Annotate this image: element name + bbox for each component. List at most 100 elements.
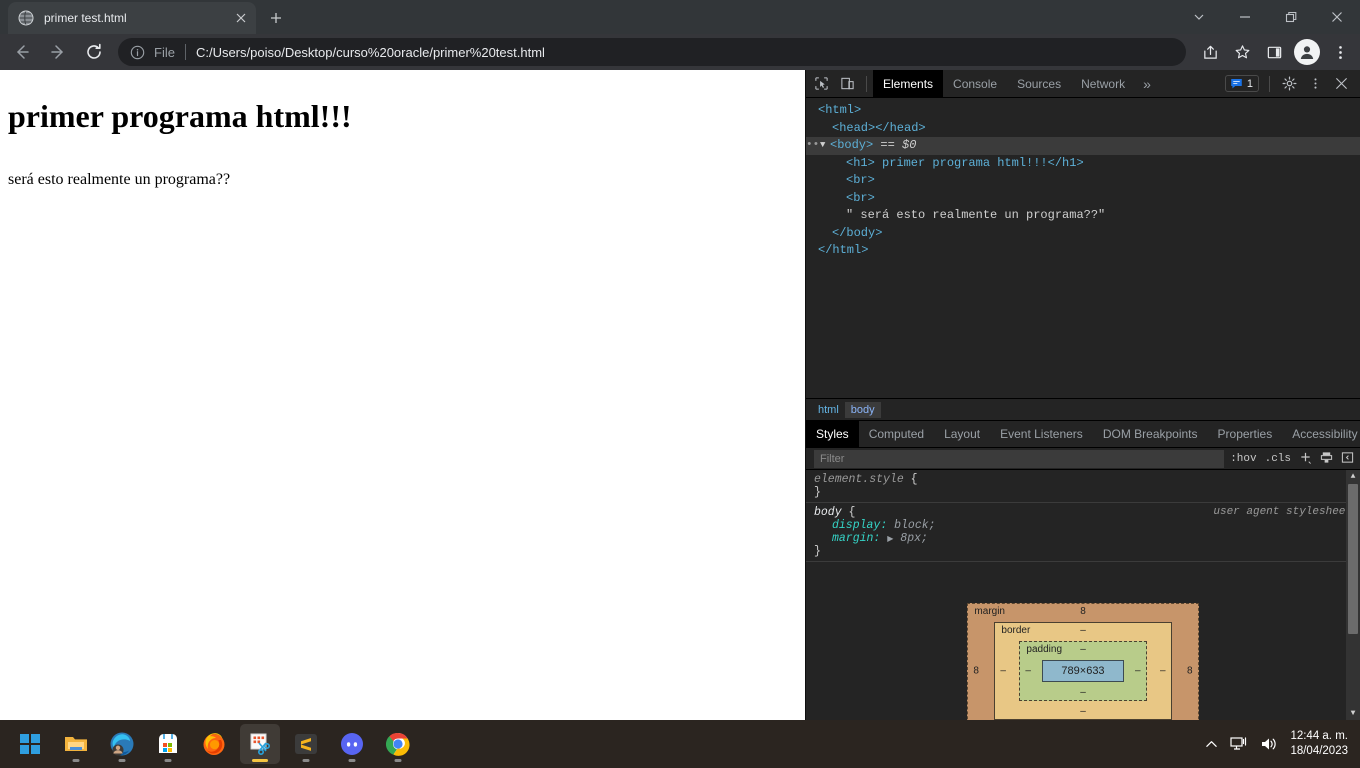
reload-icon[interactable]: [79, 37, 109, 67]
url-text[interactable]: C:/Users/poiso/Desktop/curso%20oracle/pr…: [196, 45, 545, 60]
computed-sidebar-icon[interactable]: [1341, 451, 1354, 467]
tab-elements[interactable]: Elements: [873, 69, 944, 98]
show-hidden-icons-chevron-icon[interactable]: [1205, 738, 1218, 751]
start-button[interactable]: [10, 724, 50, 764]
firefox-icon[interactable]: [194, 724, 234, 764]
border-top-value[interactable]: –: [995, 625, 1170, 636]
dom-node-body[interactable]: ••• ▼ <body> == $0: [806, 137, 1360, 155]
tab-event-listeners[interactable]: Event Listeners: [990, 421, 1093, 447]
padding-bottom-value[interactable]: –: [1020, 687, 1145, 698]
scrollbar-track[interactable]: [1346, 635, 1360, 707]
microsoft-edge-icon[interactable]: [102, 724, 142, 764]
tab-styles[interactable]: Styles: [806, 421, 859, 447]
declaration-property[interactable]: margin: [814, 532, 873, 545]
rule-selector[interactable]: element.style: [814, 473, 904, 486]
cls-toggle[interactable]: .cls: [1265, 453, 1291, 465]
box-model-padding[interactable]: padding – – – – 789×633: [1019, 641, 1147, 701]
scroll-up-arrow[interactable]: ▲: [1351, 470, 1356, 483]
margin-top-value[interactable]: 8: [968, 606, 1197, 617]
dom-node-br-1[interactable]: <br>: [806, 172, 1360, 190]
devtools-close-icon[interactable]: [1328, 71, 1354, 97]
inspect-element-icon[interactable]: [808, 71, 834, 97]
padding-left-value[interactable]: –: [1025, 666, 1031, 677]
network-icon[interactable]: [1230, 736, 1248, 752]
tab-console[interactable]: Console: [943, 70, 1007, 98]
dom-node-br-2[interactable]: <br>: [806, 190, 1360, 208]
tab-dom-breakpoints[interactable]: DOM Breakpoints: [1093, 421, 1208, 447]
window-close-button[interactable]: [1314, 0, 1360, 34]
declaration-value[interactable]: 8px;: [900, 532, 928, 545]
breadcrumb-item-html[interactable]: html: [812, 402, 845, 418]
share-icon[interactable]: [1196, 38, 1224, 66]
volume-icon[interactable]: [1260, 736, 1278, 752]
dom-node-h1[interactable]: <h1> primer programa html!!!</h1>: [806, 155, 1360, 173]
hov-toggle[interactable]: :hov: [1230, 453, 1256, 465]
maximize-restore-button[interactable]: [1268, 0, 1314, 34]
tab-accessibility[interactable]: Accessibility: [1282, 421, 1360, 447]
dom-node-head[interactable]: <head></head>: [806, 120, 1360, 138]
border-bottom-value[interactable]: –: [995, 706, 1170, 717]
microsoft-store-icon[interactable]: [148, 724, 188, 764]
taskbar-clock[interactable]: 12:44 a. m. 18/04/2023: [1290, 729, 1348, 759]
tab-computed[interactable]: Computed: [859, 421, 934, 447]
rule-selector[interactable]: body: [814, 506, 842, 519]
dom-node-html-open[interactable]: <html>: [806, 102, 1360, 120]
forward-arrow-icon[interactable]: [43, 37, 73, 67]
scroll-down-arrow[interactable]: ▼: [1351, 707, 1356, 720]
padding-right-value[interactable]: –: [1135, 666, 1141, 677]
browser-tab[interactable]: primer test.html: [8, 2, 256, 34]
style-print-icon[interactable]: [1320, 451, 1333, 467]
styles-scrollbar[interactable]: ▲ ▼: [1346, 470, 1360, 720]
border-right-value[interactable]: –: [1160, 666, 1166, 677]
declaration-property[interactable]: display: [814, 519, 880, 532]
snipping-tool-icon[interactable]: [240, 724, 280, 764]
back-arrow-icon[interactable]: [7, 37, 37, 67]
dom-node-html-close[interactable]: </html>: [806, 242, 1360, 260]
dom-node-body-close[interactable]: </body>: [806, 225, 1360, 243]
rule-element-style[interactable]: element.style { }: [806, 470, 1360, 503]
box-model-content-size[interactable]: 789×633: [1042, 660, 1124, 682]
declaration-value[interactable]: block;: [894, 519, 935, 532]
margin-right-value[interactable]: 8: [1187, 666, 1193, 677]
google-chrome-icon[interactable]: [378, 724, 418, 764]
declaration-display[interactable]: display: block;: [814, 519, 1352, 532]
rule-body[interactable]: body { user agent stylesheet display: bl…: [806, 503, 1360, 562]
info-circle-icon[interactable]: [130, 44, 146, 60]
gear-icon[interactable]: [1276, 71, 1302, 97]
dom-tree[interactable]: <html> <head></head> ••• ▼ <body> == $0 …: [806, 98, 1360, 398]
profile-avatar-icon[interactable]: [1294, 39, 1320, 65]
scrollbar-thumb[interactable]: [1348, 484, 1358, 634]
discord-icon[interactable]: [332, 724, 372, 764]
tab-properties[interactable]: Properties: [1208, 421, 1283, 447]
new-tab-button[interactable]: [262, 4, 290, 32]
declaration-margin[interactable]: margin: ▶ 8px;: [814, 532, 1352, 545]
chrome-menu-icon[interactable]: [1326, 38, 1354, 66]
more-options-icon[interactable]: [1302, 71, 1328, 97]
breadcrumb-item-body[interactable]: body: [844, 401, 881, 418]
tab-close-icon[interactable]: [232, 9, 250, 27]
tab-layout[interactable]: Layout: [934, 421, 990, 447]
border-left-value[interactable]: –: [1000, 666, 1006, 677]
tab-network[interactable]: Network: [1071, 70, 1135, 98]
padding-top-value[interactable]: –: [1020, 644, 1145, 655]
expand-shorthand-icon[interactable]: ▶: [887, 535, 893, 544]
bookmark-star-icon[interactable]: [1228, 38, 1256, 66]
device-toolbar-icon[interactable]: [834, 71, 860, 97]
issues-badge[interactable]: 1: [1224, 75, 1259, 92]
margin-left-value[interactable]: 8: [973, 666, 979, 677]
file-explorer-icon[interactable]: [56, 724, 96, 764]
box-model-border[interactable]: border – – – – padding – – – – 789×633: [994, 622, 1172, 720]
tab-search-icon[interactable]: [1176, 0, 1222, 34]
styles-filter-input[interactable]: [814, 449, 1225, 468]
minimize-button[interactable]: [1222, 0, 1268, 34]
expand-triangle-icon[interactable]: ▼: [820, 137, 830, 155]
box-model-margin[interactable]: margin 8 8 8 8 border – – – – padding –: [967, 603, 1199, 720]
more-tabs-icon[interactable]: »: [1135, 70, 1159, 98]
add-rule-icon[interactable]: [1299, 451, 1312, 467]
tab-sources[interactable]: Sources: [1007, 70, 1071, 98]
browser-toolbar: File C:/Users/poiso/Desktop/curso%20orac…: [0, 34, 1360, 70]
dom-node-text-node[interactable]: " será esto realmente un programa??": [806, 207, 1360, 225]
sublime-text-icon[interactable]: [286, 724, 326, 764]
side-panel-icon[interactable]: [1260, 38, 1288, 66]
address-bar[interactable]: File C:/Users/poiso/Desktop/curso%20orac…: [118, 38, 1186, 66]
